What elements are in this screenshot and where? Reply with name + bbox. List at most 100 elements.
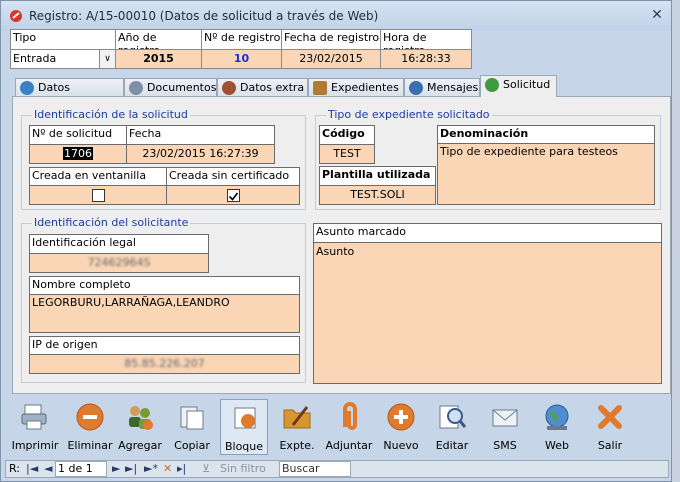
tab-documentos[interactable]: Documentos: [124, 78, 217, 97]
tab-solicitud[interactable]: Solicitud: [480, 75, 557, 97]
expte-label: Expte.: [279, 439, 315, 452]
adjuntar-label: Adjuntar: [325, 439, 373, 452]
tipo-label: Tipo: [13, 31, 37, 44]
nombre-completo-value: LEGORBURU,LARRAÑAGA,LEANDRO: [30, 294, 299, 332]
minus-circle-icon: [76, 403, 104, 431]
creada-ventanilla-label: Creada en ventanilla: [32, 169, 147, 182]
previous-record-icon[interactable]: ◄: [44, 462, 52, 476]
new-record-icon[interactable]: ►*: [144, 462, 158, 476]
identificacion-solicitud-title: Identificación de la solicitud: [32, 108, 190, 121]
tipo-field: Tipo Entrada ∨: [10, 29, 116, 69]
numero-field: Nº de registro 10: [201, 29, 282, 69]
copiar-button[interactable]: Copiar: [168, 399, 216, 455]
creada-sin-certificado-value: [167, 185, 299, 204]
first-record-icon[interactable]: |◄: [26, 462, 38, 476]
creada-sin-certificado-checkbox[interactable]: [227, 189, 240, 202]
close-icon[interactable]: ✕: [649, 7, 665, 23]
app-icon: [10, 10, 22, 22]
plus-circle-icon: [387, 403, 415, 431]
identificacion-legal-value: 72462964S: [30, 253, 208, 272]
chevron-down-icon[interactable]: ∨: [99, 50, 115, 68]
paperclip-icon: [343, 402, 357, 430]
last-record-icon[interactable]: ►|: [125, 462, 137, 476]
identificacion-legal-field: Identificación legal 72462964S: [29, 234, 209, 273]
title-bar: Registro: A/15-00010 (Datos de solicitud…: [1, 1, 671, 31]
record-position-input[interactable]: 1 de 1: [55, 461, 107, 477]
globe-icon: [545, 404, 569, 430]
tipo-select[interactable]: Entrada ∨: [11, 49, 115, 68]
denominacion-value: Tipo de expediente para testeos: [438, 143, 654, 204]
nombre-completo-label: Nombre completo: [32, 278, 131, 291]
document-icon: [129, 81, 143, 95]
creada-sin-certificado-label: Creada sin certificado: [169, 169, 290, 182]
ip-origen-value: 85.85.226.207: [30, 354, 299, 373]
ip-origen-text: 85.85.226.207: [124, 357, 205, 370]
folder-icon: [313, 81, 327, 95]
sms-label: SMS: [493, 439, 517, 452]
tab-mensajes[interactable]: Mensajes: [404, 78, 480, 97]
copiar-label: Copiar: [174, 439, 210, 452]
tipo-value: Entrada: [13, 52, 57, 65]
numero-solicitud-value[interactable]: 1706: [30, 144, 126, 163]
salir-label: Salir: [597, 439, 623, 452]
editar-button[interactable]: Editar: [428, 399, 476, 455]
web-label: Web: [545, 439, 569, 452]
asunto-value[interactable]: Asunto: [314, 242, 661, 383]
tab-datos-extra[interactable]: Datos extra: [217, 78, 308, 97]
adjuntar-button[interactable]: Adjuntar: [325, 399, 373, 455]
globe-icon: [20, 81, 34, 95]
numero-solicitud-text: 1706: [63, 147, 93, 160]
eliminar-button[interactable]: Eliminar: [66, 399, 114, 455]
fecha-solicitud-field: Fecha 23/02/2015 16:27:39: [126, 125, 275, 164]
ip-origen-label: IP de origen: [32, 338, 98, 351]
tab-label: Solicitud: [503, 78, 551, 91]
copy-icon: [180, 406, 204, 430]
checkmark-icon: [228, 192, 239, 201]
next-record-icon[interactable]: ►: [112, 462, 120, 476]
tab-expedientes[interactable]: Expedientes: [308, 78, 404, 97]
expte-button[interactable]: Expte.: [273, 399, 321, 455]
tab-label: Mensajes: [427, 81, 479, 94]
nombre-completo-field: Nombre completo LEGORBURU,LARRAÑAGA,LEAN…: [29, 276, 300, 333]
identificacion-solicitante-title: Identificación del solicitante: [32, 216, 191, 229]
sms-button[interactable]: SMS: [481, 399, 529, 455]
identificacion-legal-label: Identificación legal: [32, 236, 136, 249]
exit-x-icon: [598, 405, 622, 429]
search-input[interactable]: Buscar: [279, 461, 351, 477]
tab-datos-generales[interactable]: Datos generales: [15, 78, 124, 112]
message-icon: [409, 81, 423, 95]
fecha-solicitud-label: Fecha: [129, 127, 162, 140]
bloque-button[interactable]: Bloque: [220, 399, 268, 455]
creada-ventanilla-checkbox[interactable]: [92, 189, 105, 202]
tipo-expediente-title: Tipo de expediente solicitado: [326, 108, 492, 121]
asunto-field: Asunto marcado Asunto: [313, 223, 662, 384]
hora-registro-value: 16:28:33: [381, 49, 471, 68]
asunto-marcado-label: Asunto marcado: [316, 225, 406, 238]
numero-solicitud-label: Nº de solicitud: [32, 127, 113, 140]
hora-registro-field: Hora de registro 16:28:33: [380, 29, 472, 69]
salir-button[interactable]: Salir: [586, 399, 634, 455]
bloque-label: Bloque: [224, 440, 264, 453]
window-title: Registro: A/15-00010 (Datos de solicitud…: [29, 9, 379, 23]
ip-origen-field: IP de origen 85.85.226.207: [29, 336, 300, 374]
block-icon: [234, 407, 256, 429]
numero-label: Nº de registro: [204, 31, 281, 44]
tab-label: Datos extra: [240, 81, 305, 94]
anio-field: Año de registro 2015: [115, 29, 202, 69]
plantilla-field: Plantilla utilizada TEST.SOLI: [319, 166, 436, 205]
web-button[interactable]: Web: [533, 399, 581, 455]
agregar-button[interactable]: Agregar: [116, 399, 164, 455]
codigo-field: Código TEST: [319, 125, 375, 164]
identificacion-legal-text: 72462964S: [87, 256, 151, 269]
imprimir-button[interactable]: Imprimir: [11, 399, 59, 455]
creada-ventanilla-field: Creada en ventanilla: [29, 167, 167, 205]
fecha-registro-label: Fecha de registro: [284, 31, 380, 44]
filter-status[interactable]: Sin filtro: [220, 462, 266, 476]
denominacion-field: Denominación Tipo de expediente para tes…: [437, 125, 655, 205]
codigo-value: TEST: [320, 144, 374, 163]
jump-record-icon[interactable]: ▸|: [177, 462, 186, 476]
anio-value: 2015: [116, 49, 201, 68]
nuevo-button[interactable]: Nuevo: [377, 399, 425, 455]
info-icon: [222, 81, 236, 95]
delete-record-icon[interactable]: ✕: [163, 462, 172, 476]
